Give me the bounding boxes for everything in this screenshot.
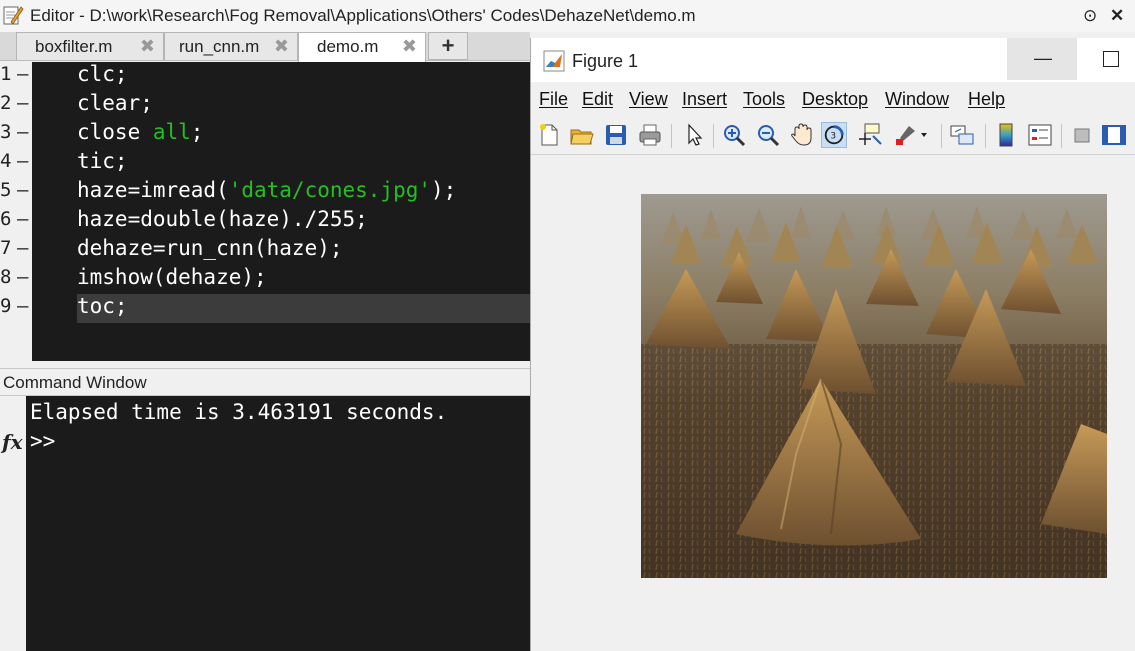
menu-edit[interactable]: Edit	[582, 89, 613, 110]
editor-pencil-icon	[3, 6, 24, 25]
editor-tab-bar: boxfilter.m ✖ run_cnn.m ✖ demo.m ✖ +	[0, 32, 530, 62]
save-icon[interactable]	[603, 122, 629, 148]
code-line[interactable]: tic;	[77, 149, 128, 173]
line-number-gutter: 1– 2– 3– 4– 5– 6– 7– 8– 9–	[0, 62, 32, 361]
minimize-button[interactable]: —	[1007, 38, 1077, 80]
code-line-current[interactable]: toc;	[77, 294, 532, 323]
code-line[interactable]: haze=imread('data/cones.jpg');	[77, 178, 456, 202]
zoom-out-icon[interactable]	[755, 122, 781, 148]
figure-menu-bar: File Edit View Insert Tools Desktop Wind…	[531, 86, 1135, 112]
hide-plot-tools-icon[interactable]	[1069, 122, 1095, 148]
menu-insert[interactable]: Insert	[682, 89, 727, 110]
brush-icon[interactable]	[893, 122, 929, 148]
fx-icon[interactable]: fx	[2, 430, 23, 454]
displayed-image[interactable]	[641, 194, 1107, 578]
figure-title: Figure 1	[572, 51, 639, 71]
menu-tools[interactable]: Tools	[743, 89, 785, 110]
tab-close-icon[interactable]: ✖	[140, 36, 155, 57]
code-line[interactable]: clear;	[77, 91, 153, 115]
code-line[interactable]: dehaze=run_cnn(haze);	[77, 236, 343, 260]
editor-close-icon[interactable]: ✕	[1110, 6, 1124, 26]
open-file-icon[interactable]	[569, 122, 595, 148]
code-editor[interactable]: clc; clear; close all; tic; haze=imread(…	[32, 62, 532, 361]
menu-window[interactable]: Window	[885, 89, 949, 110]
tab-demo[interactable]: demo.m ✖	[298, 32, 426, 62]
tab-close-icon[interactable]: ✖	[402, 36, 417, 57]
figure-window: Figure 1 — File Edit View Insert Tools D…	[530, 38, 1135, 651]
tab-label: run_cnn.m	[179, 37, 260, 56]
code-line[interactable]: clc;	[77, 62, 128, 86]
code-line[interactable]: imshow(dehaze);	[77, 265, 267, 289]
tab-label: demo.m	[317, 37, 379, 56]
print-icon[interactable]	[637, 122, 663, 148]
menu-view[interactable]: View	[629, 89, 668, 110]
pan-hand-icon[interactable]	[789, 122, 815, 148]
rotate-3d-icon[interactable]: 3	[821, 122, 847, 148]
editor-title-bar: Editor - D:\work\Research\Fog Removal\Ap…	[0, 0, 1135, 32]
add-tab-button[interactable]: +	[428, 32, 468, 60]
code-line[interactable]: haze=double(haze)./255;	[77, 207, 368, 231]
menu-help[interactable]: Help	[968, 89, 1005, 110]
command-prompt[interactable]: >>	[30, 429, 55, 453]
zoom-in-icon[interactable]	[721, 122, 747, 148]
colorbar-icon[interactable]	[993, 122, 1019, 148]
show-plot-tools-icon[interactable]	[1101, 122, 1127, 148]
maximize-button[interactable]	[1103, 51, 1119, 67]
editor-menu-icon[interactable]: ⊙	[1083, 6, 1097, 26]
editor-title: Editor - D:\work\Research\Fog Removal\Ap…	[30, 6, 696, 25]
menu-desktop[interactable]: Desktop	[802, 89, 868, 110]
tab-close-icon[interactable]: ✖	[274, 36, 289, 57]
figure-toolbar: 3	[531, 118, 1135, 155]
tab-label: boxfilter.m	[35, 37, 113, 56]
command-window-title: Command Window	[3, 373, 147, 392]
code-line[interactable]: close all;	[77, 120, 203, 144]
matlab-logo-icon	[543, 50, 565, 72]
pointer-icon[interactable]	[681, 122, 707, 148]
menu-file[interactable]: File	[539, 89, 568, 110]
command-window[interactable]: Elapsed time is 3.463191 seconds. >>	[26, 396, 530, 651]
figure-title-bar: Figure 1 —	[531, 38, 1135, 82]
command-window-gutter: fx	[0, 396, 26, 651]
tab-boxfilter[interactable]: boxfilter.m ✖	[16, 32, 164, 60]
link-plot-icon[interactable]	[949, 122, 975, 148]
new-figure-icon[interactable]	[536, 122, 562, 148]
command-output: Elapsed time is 3.463191 seconds.	[30, 400, 448, 424]
legend-icon[interactable]	[1027, 122, 1053, 148]
svg-text:3: 3	[830, 131, 836, 142]
data-cursor-icon[interactable]	[857, 122, 883, 148]
tab-run-cnn[interactable]: run_cnn.m ✖	[164, 32, 298, 60]
command-window-header: Command Window	[0, 368, 530, 396]
minimize-icon: —	[1034, 48, 1052, 68]
